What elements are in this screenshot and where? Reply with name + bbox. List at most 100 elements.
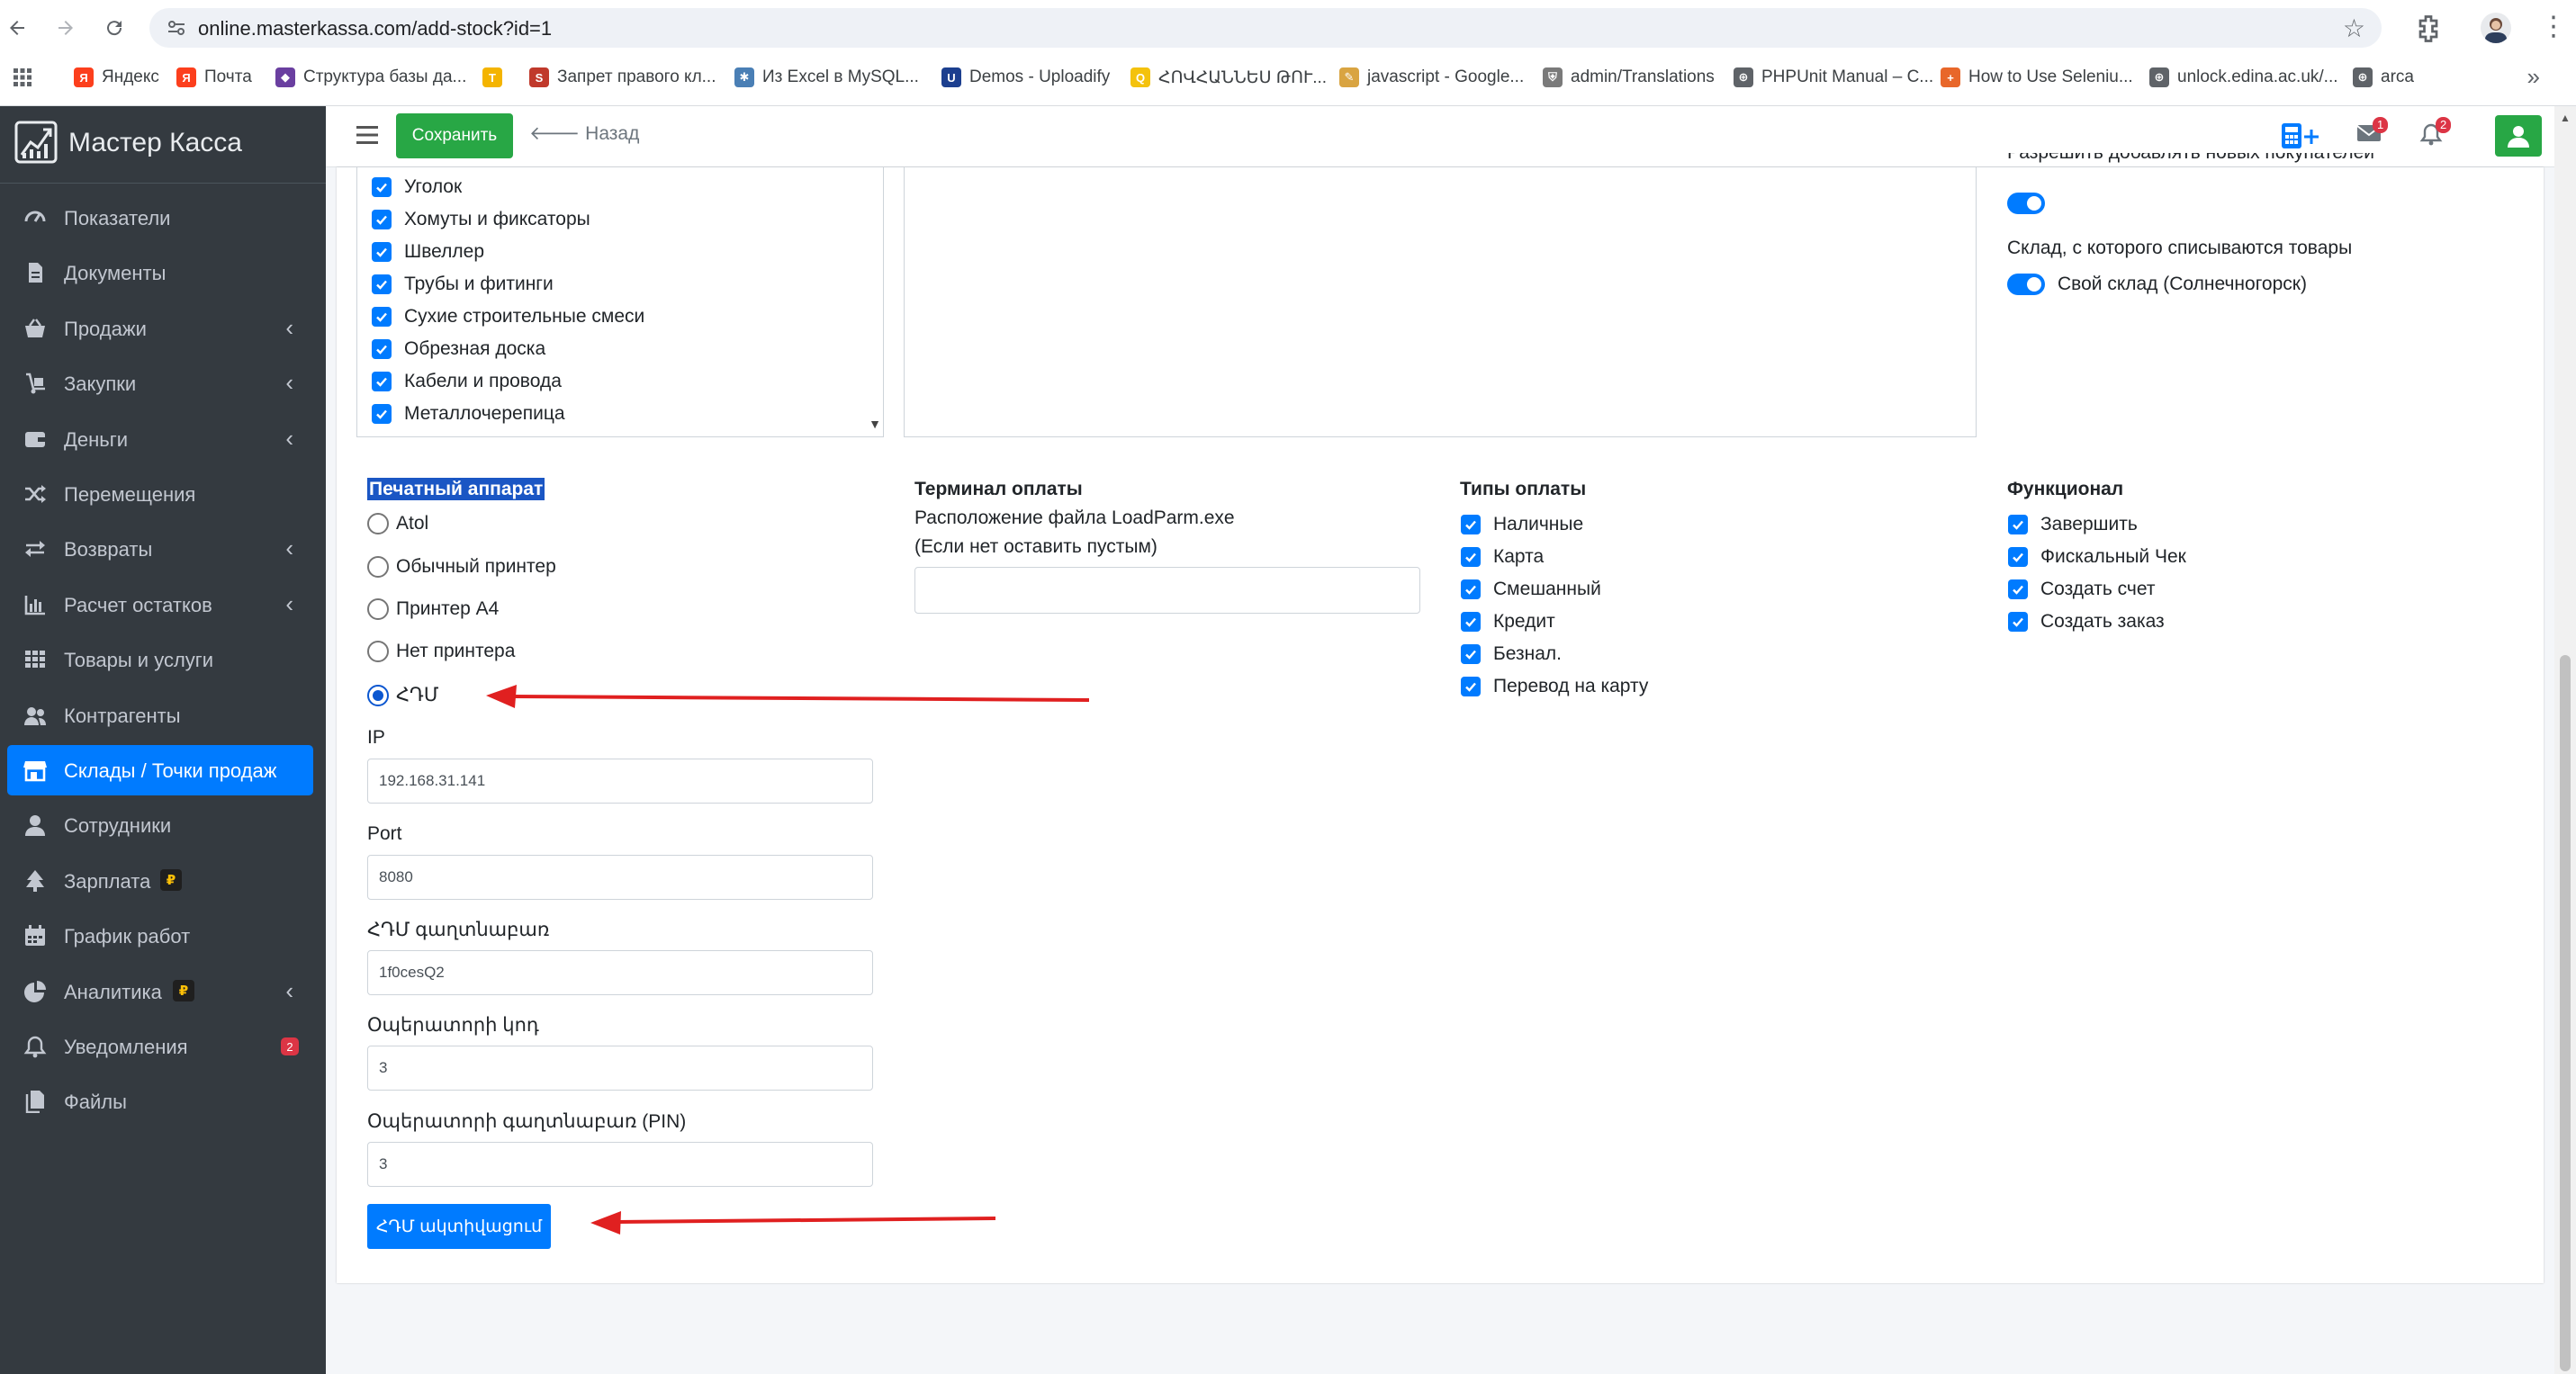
bookmark-item[interactable]: ⛨ admin/Translations (1543, 65, 1715, 90)
function-item[interactable]: Фискальный Чек (2008, 546, 2186, 568)
sidebar-item[interactable]: Продажи ‹ (7, 303, 313, 354)
sidebar-item[interactable]: Контрагенты (7, 690, 313, 741)
sidebar-item[interactable]: Аналитика ₽ ‹ (7, 966, 313, 1017)
bookmark-item[interactable]: ✎ javascript - Google... (1339, 65, 1524, 90)
checkbox-checked-icon[interactable] (372, 210, 392, 229)
bookmark-item[interactable]: U Demos - Uploadify (941, 65, 1110, 90)
checkbox-checked-icon[interactable] (2008, 515, 2028, 534)
profile-avatar[interactable] (2481, 13, 2511, 43)
sidebar-item[interactable]: Сотрудники (7, 800, 313, 850)
field-input[interactable]: 3 (367, 1142, 873, 1187)
checkbox-checked-icon[interactable] (2008, 612, 2028, 632)
back-link[interactable]: 🡐 Назад (529, 122, 639, 145)
checkbox-checked-icon[interactable] (372, 339, 392, 359)
category-item[interactable]: Трубы и фитинги (372, 271, 554, 298)
category-list[interactable]: Уголок Хомуты и фиксаторы Швеллер Трубы и ф… (356, 167, 884, 437)
printer-option[interactable]: Atol (367, 513, 428, 534)
field-input[interactable]: 8080 (367, 855, 873, 900)
sidebar-item[interactable]: Зарплата ₽ (7, 856, 313, 906)
more-bookmarks-chevron-icon[interactable]: » (2527, 63, 2540, 91)
radio-button[interactable] (367, 513, 389, 534)
category-item[interactable]: Кабели и провода (372, 368, 562, 395)
sidebar-item[interactable]: Документы (7, 247, 313, 298)
payment-type-item[interactable]: Карта (1461, 546, 1544, 568)
printer-option[interactable]: Принтер A4 (367, 598, 499, 620)
radio-button[interactable] (367, 598, 389, 620)
payment-type-item[interactable]: Наличные (1461, 514, 1583, 535)
checkbox-checked-icon[interactable] (2008, 579, 2028, 599)
category-item[interactable]: Швеллер (372, 238, 484, 265)
bookmark-item[interactable]: ◆ Структура базы да... (275, 65, 466, 90)
terminal-path-input[interactable] (914, 567, 1420, 614)
printer-option[interactable]: Обычный принтер (367, 556, 556, 578)
reload-icon[interactable] (97, 11, 131, 45)
bookmark-item[interactable]: T (482, 65, 510, 90)
field-input[interactable]: 192.168.31.141 (367, 759, 873, 804)
checkbox-checked-icon[interactable] (372, 404, 392, 424)
list-scroll-down-icon[interactable]: ▼ (869, 417, 881, 431)
apps-grid-icon[interactable] (13, 65, 32, 90)
sidebar-item[interactable]: Перемещения (7, 469, 313, 519)
bookmark-item[interactable]: ⊕ PHPUnit Manual – C... (1734, 65, 1933, 90)
bookmark-star-icon[interactable]: ☆ (2343, 13, 2365, 43)
field-input[interactable]: 1f0cesQ2 (367, 950, 873, 995)
extensions-icon[interactable] (2412, 13, 2445, 45)
bookmark-item[interactable]: Я Яндекс (74, 65, 159, 90)
payment-type-item[interactable]: Смешанный (1461, 579, 1601, 600)
stock-source-toggle[interactable] (2007, 274, 2045, 295)
bookmark-item[interactable]: ✱ Из Excel в MySQL... (734, 65, 919, 90)
url-text[interactable]: online.masterkassa.com/add-stock?id=1 (198, 17, 552, 40)
browser-menu-icon[interactable]: ⋮ (2540, 11, 2567, 42)
description-textarea[interactable] (904, 167, 1977, 437)
scroll-thumb[interactable] (2560, 655, 2571, 1371)
checkbox-checked-icon[interactable] (1461, 644, 1481, 664)
activate-fiscal-button[interactable]: ՀԴՄ ակտիվացում (367, 1204, 551, 1249)
hamburger-menu-icon[interactable] (356, 126, 378, 144)
category-item[interactable]: Обрезная доска (372, 336, 545, 363)
sidebar-item[interactable]: Показатели (7, 193, 313, 243)
checkbox-checked-icon[interactable] (372, 307, 392, 327)
sidebar-item[interactable]: График работ (7, 911, 313, 961)
bookmark-item[interactable]: Q ՀՈՎՀԱՆՆԵՍ ԹՈՒ... (1130, 65, 1327, 90)
checkbox-checked-icon[interactable] (1461, 515, 1481, 534)
payment-type-item[interactable]: Безнал. (1461, 643, 1562, 665)
bookmark-item[interactable]: ⊕ arca (2353, 65, 2414, 90)
function-item[interactable]: Создать счет (2008, 579, 2155, 600)
radio-button[interactable] (367, 684, 389, 706)
checkbox-checked-icon[interactable] (372, 372, 392, 391)
printer-option[interactable]: ՀԴՄ (367, 684, 438, 706)
page-scrollbar[interactable]: ▲ (2554, 106, 2576, 1374)
category-item[interactable]: Сухие строительные смеси (372, 303, 644, 330)
radio-button[interactable] (367, 641, 389, 662)
sidebar-item[interactable]: Файлы (7, 1076, 313, 1127)
sidebar-item[interactable]: Уведомления 2 (7, 1021, 313, 1072)
payment-type-item[interactable]: Кредит (1461, 611, 1555, 633)
function-item[interactable]: Создать заказ (2008, 611, 2165, 633)
bookmark-item[interactable]: + How to Use Seleniu... (1941, 65, 2133, 90)
sidebar-item[interactable]: Расчет остатков ‹ (7, 579, 313, 630)
brand[interactable]: Мастер Касса (0, 106, 326, 184)
sidebar-item[interactable]: Склады / Точки продаж (7, 745, 313, 795)
notifications-button[interactable]: 2 (2419, 117, 2452, 150)
address-bar[interactable]: online.masterkassa.com/add-stock?id=1 ☆ (149, 8, 2382, 48)
user-menu-button[interactable] (2495, 115, 2542, 157)
checkbox-checked-icon[interactable] (1461, 612, 1481, 632)
scroll-up-arrow-icon[interactable]: ▲ (2560, 112, 2571, 124)
bookmark-item[interactable]: Я Почта (176, 65, 252, 90)
bookmark-item[interactable]: S Запрет правого кл... (529, 65, 716, 90)
site-settings-icon[interactable] (166, 17, 187, 39)
sidebar-item[interactable]: Деньги ‹ (7, 414, 313, 464)
printer-option[interactable]: Нет принтера (367, 641, 515, 662)
forward-arrow-icon[interactable] (49, 11, 83, 45)
payment-type-item[interactable]: Перевод на карту (1461, 676, 1648, 697)
radio-button[interactable] (367, 556, 389, 578)
messages-button[interactable]: 1 (2356, 117, 2389, 148)
allow-new-customers-toggle[interactable] (2007, 193, 2045, 214)
calculator-add-button[interactable] (2281, 122, 2324, 154)
save-button[interactable]: Сохранить (396, 113, 513, 158)
bookmark-item[interactable]: ⊕ unlock.edina.ac.uk/... (2149, 65, 2338, 90)
back-arrow-icon[interactable] (0, 11, 34, 45)
checkbox-checked-icon[interactable] (372, 274, 392, 294)
category-item[interactable]: Металлочерепица (372, 400, 565, 427)
field-input[interactable]: 3 (367, 1046, 873, 1091)
